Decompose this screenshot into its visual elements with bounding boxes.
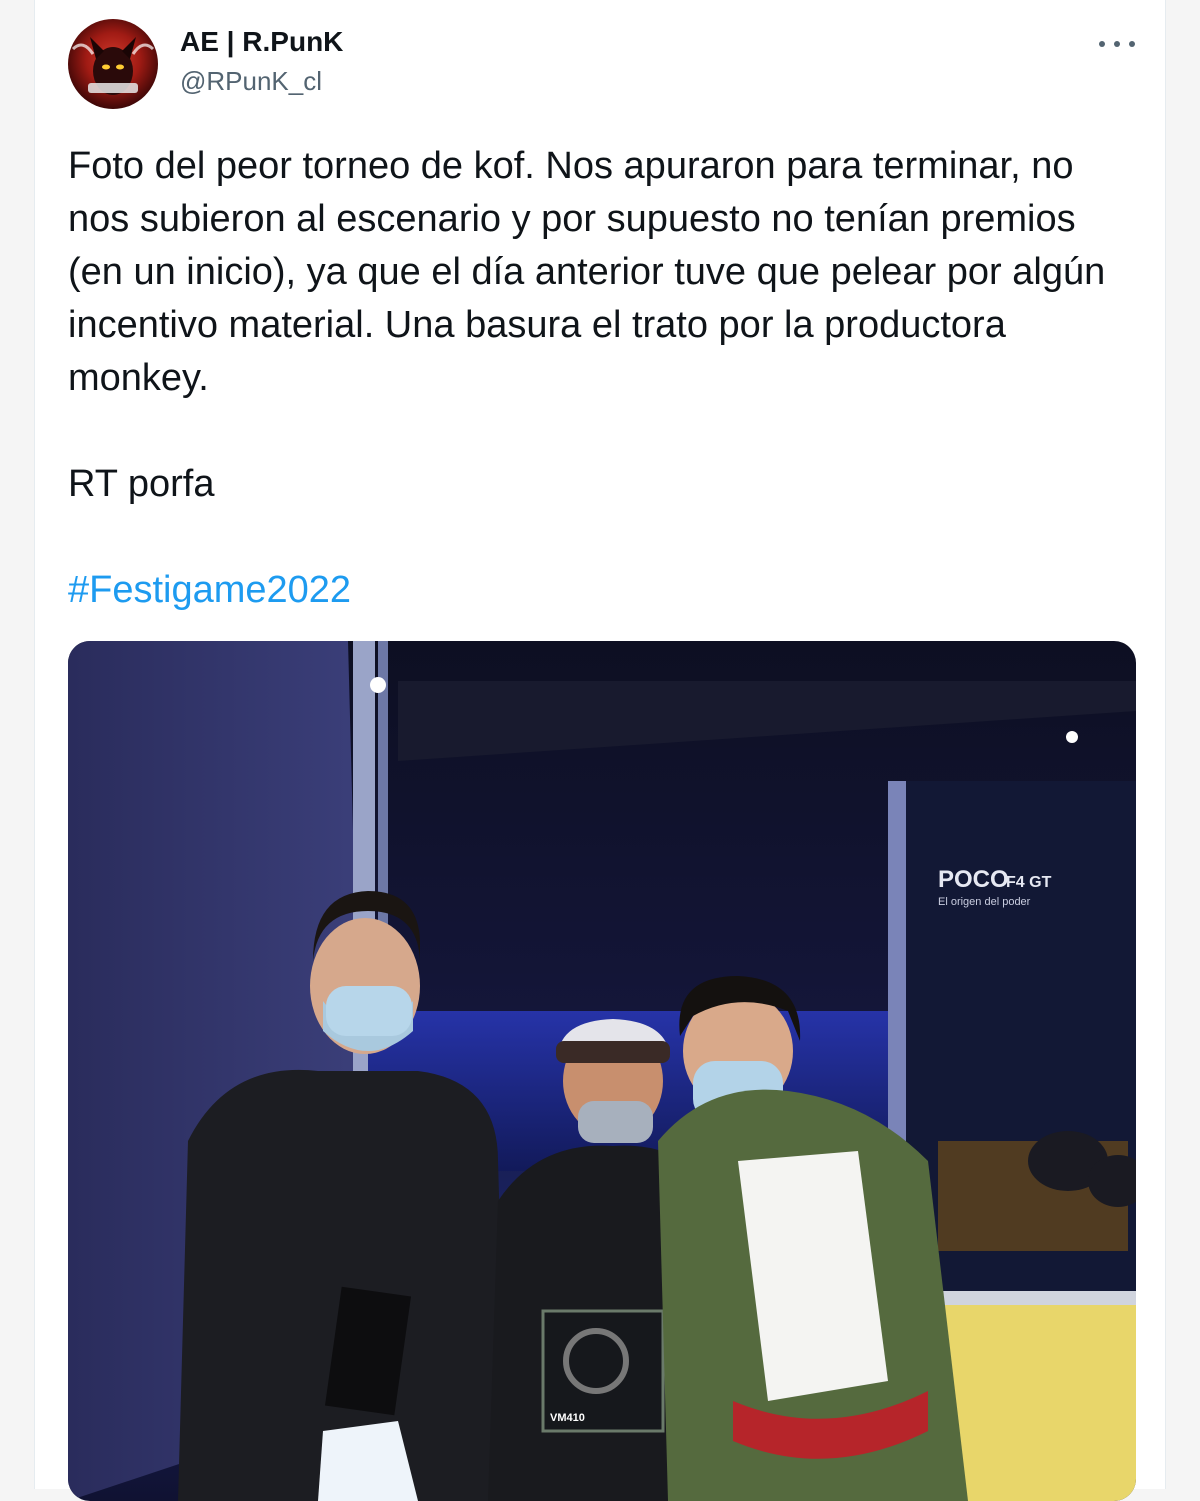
headset-box-label: VM410 — [550, 1412, 585, 1424]
tweet-paragraph: RT porfa — [68, 463, 215, 505]
photo-image: POCO F4 GT El origen del poder VM410 — [68, 641, 1136, 1501]
tweet-photo[interactable]: POCO F4 GT El origen del poder VM410 — [68, 641, 1136, 1501]
author-display-name[interactable]: AE | R.PunK — [180, 26, 343, 58]
banner-model: F4 GT — [1006, 874, 1052, 891]
author-handle[interactable]: @RPunK_cl — [180, 66, 322, 97]
avatar-image — [71, 37, 155, 95]
tweet-card: AE | R.PunK @RPunK_cl Foto del peor torn… — [34, 0, 1166, 1501]
avatar[interactable] — [68, 19, 158, 109]
more-horizontal-icon[interactable] — [1099, 34, 1135, 54]
hashtag-link[interactable]: #Festigame2022 — [68, 564, 1138, 617]
banner-subtitle: El origen del poder — [938, 896, 1031, 908]
banner-title: POCO — [938, 866, 1009, 893]
tweet-paragraph: Foto del peor torneo de kof. Nos apuraro… — [68, 145, 1106, 399]
tweet-text: Foto del peor torneo de kof. Nos apuraro… — [68, 140, 1138, 617]
